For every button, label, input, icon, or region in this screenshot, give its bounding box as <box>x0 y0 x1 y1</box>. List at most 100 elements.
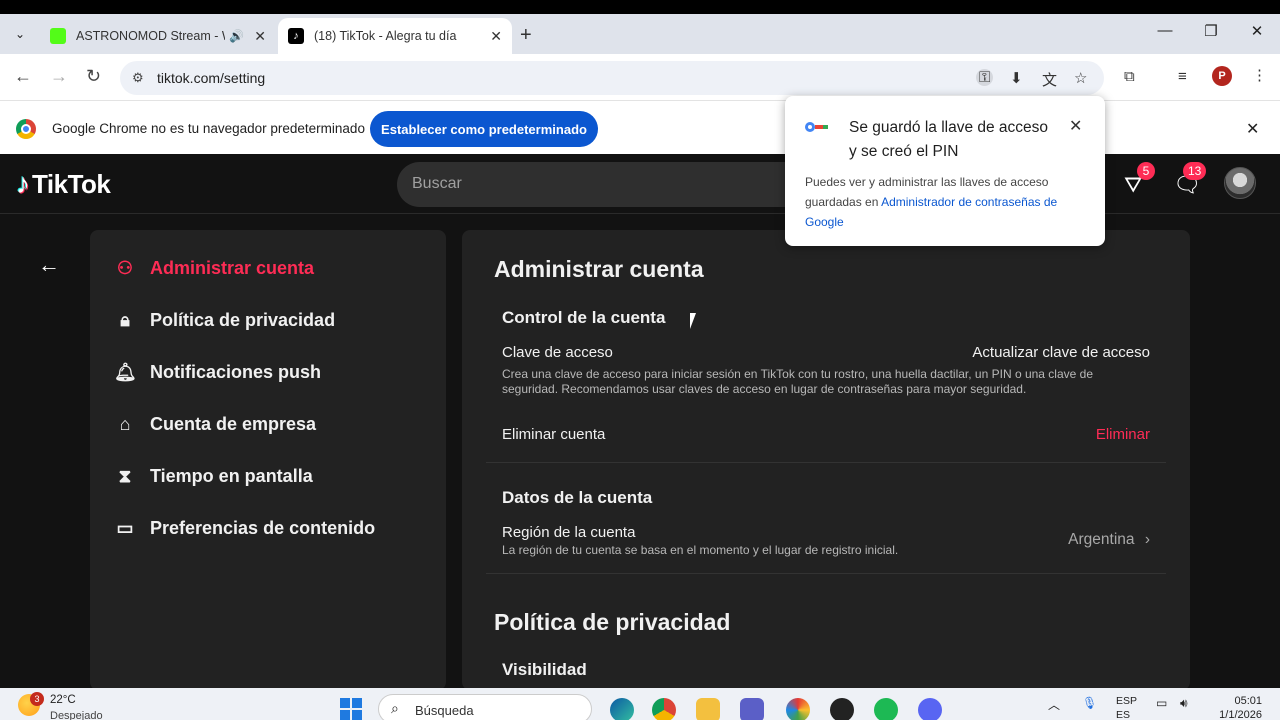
teams-icon[interactable] <box>740 698 764 720</box>
temperature: 22°C <box>50 694 76 706</box>
update-passkey-button[interactable]: Actualizar clave de acceso <box>972 344 1150 361</box>
restore-button[interactable]: ❐ <box>1188 22 1234 40</box>
sidebar-item-content-prefs[interactable]: ▭ Preferencias de contenido <box>114 518 375 539</box>
tiktok-logo[interactable]: ♪ TikTok <box>16 168 111 200</box>
search-input[interactable]: Buscar <box>397 162 817 207</box>
delete-account-button[interactable]: Eliminar <box>1096 426 1150 443</box>
lock-icon: 🔒︎ <box>120 310 130 330</box>
sidebar-item-label: Notificaciones push <box>150 362 322 382</box>
settings-content: Administrar cuenta Control de la cuenta … <box>462 230 1190 690</box>
delete-account-label: Eliminar cuenta <box>502 426 606 443</box>
file-explorer-icon[interactable] <box>696 698 720 720</box>
address-bar[interactable]: ⚙ tiktok.com/setting ⚿ ⬇ 文 ☆ <box>120 61 1104 95</box>
search-icon: ⌕ <box>391 700 399 716</box>
tab-astronomod[interactable]: ASTRONOMOD Stream - W 🔊 ✕ <box>40 18 276 54</box>
key-icon[interactable]: ⚿ <box>976 69 994 86</box>
back-button[interactable]: ← <box>14 66 32 87</box>
sidebar-item-business[interactable]: ⌂ Cuenta de empresa <box>114 414 317 435</box>
install-app-icon[interactable]: ⬇ <box>1010 69 1023 87</box>
kick-favicon-icon <box>50 28 66 44</box>
profile-avatar[interactable]: P <box>1212 66 1232 86</box>
lang-top: ESP <box>1116 695 1138 707</box>
logo-text: TikTok <box>32 168 111 199</box>
minimize-button[interactable]: — <box>1142 22 1188 39</box>
chrome-logo-icon <box>16 119 36 139</box>
sidebar-item-label: Tiempo en pantalla <box>150 466 313 486</box>
menu-icon[interactable]: ⋮ <box>1252 66 1267 84</box>
region-label: Región de la cuenta <box>502 524 636 541</box>
tab-strip: ⌄ ASTRONOMOD Stream - W 🔊 ✕ ♪ (18) TikTo… <box>0 14 1280 54</box>
clock[interactable]: 05:01 1/1/2026 <box>1212 694 1262 720</box>
google-key-icon <box>805 122 829 132</box>
window-top-edge <box>0 0 1280 14</box>
sidebar-item-label: Administrar cuenta <box>150 258 315 278</box>
tab-close-icon[interactable]: ✕ <box>490 28 502 45</box>
media-control-icon[interactable]: ≡ <box>1178 68 1187 85</box>
taskbar-search[interactable]: ⌕ Búsqueda <box>378 694 592 720</box>
user-avatar[interactable] <box>1224 167 1256 199</box>
new-tab-button[interactable]: + <box>520 24 532 47</box>
bookmark-star-icon[interactable]: ☆ <box>1074 69 1087 87</box>
sidebar-item-label: Preferencias de contenido <box>150 518 376 538</box>
privacy-section-title: Política de privacidad <box>494 609 731 635</box>
davinci-icon[interactable] <box>786 698 810 720</box>
passkey-label: Clave de acceso <box>502 344 613 361</box>
time: 05:01 <box>1234 695 1262 707</box>
region-value: Argentina <box>1068 531 1135 548</box>
site-info-icon[interactable]: ⚙ <box>132 70 144 86</box>
bell-icon: 🔔︎ <box>114 362 137 382</box>
divider <box>486 462 1166 463</box>
account-control-heading: Control de la cuenta <box>502 308 666 327</box>
passkey-saved-popup: Se guardó la llave de acceso y se creó e… <box>785 96 1105 246</box>
obs-icon[interactable] <box>830 698 854 720</box>
region-selector[interactable]: Argentina › <box>1068 531 1150 549</box>
set-default-button[interactable]: Establecer como predeterminado <box>370 111 598 147</box>
reload-button[interactable]: ↻ <box>86 66 101 87</box>
sidebar-item-notifications[interactable]: 🔔︎ Notificaciones push <box>114 362 321 383</box>
weather-description: Despejado <box>50 710 103 720</box>
weather-badge: 3 <box>30 692 44 706</box>
tab-search-button[interactable]: ⌄ <box>8 22 32 46</box>
sidebar-item-label: Política de privacidad <box>150 310 336 330</box>
messages-badge: 13 <box>1183 162 1207 180</box>
network-icon[interactable]: ▭ <box>1156 696 1167 710</box>
divider <box>486 573 1166 574</box>
back-arrow-icon[interactable]: ← <box>38 252 60 278</box>
tray-chevron-icon[interactable]: ︿ <box>1048 696 1060 713</box>
hourglass-icon: ⧗ <box>118 466 132 486</box>
forward-button[interactable]: → <box>50 66 68 87</box>
taskbar-search-label: Búsqueda <box>415 703 474 718</box>
volume-icon[interactable]: 🔊︎ <box>1180 696 1188 711</box>
url-text[interactable]: tiktok.com/setting <box>157 70 265 86</box>
lang-bottom: ES <box>1116 709 1131 720</box>
start-windows-icon[interactable] <box>340 698 362 720</box>
store-icon: ⌂ <box>119 414 131 434</box>
sidebar-item-manage-account[interactable]: ⚇ Administrar cuenta <box>114 258 314 279</box>
search-placeholder: Buscar <box>412 175 462 192</box>
microphone-icon[interactable]: 🎙︎ <box>1082 696 1097 710</box>
translate-icon[interactable]: 文 <box>1042 69 1057 90</box>
chrome-taskbar-icon[interactable] <box>652 698 676 720</box>
spotify-icon[interactable] <box>874 698 898 720</box>
speaker-icon[interactable]: 🔊 <box>229 29 244 43</box>
discord-icon[interactable] <box>918 698 942 720</box>
language-indicator[interactable]: ESP ES <box>1116 694 1137 720</box>
account-data-heading: Datos de la cuenta <box>502 488 653 507</box>
close-window-button[interactable]: ✕ <box>1234 22 1280 40</box>
tiktok-note-icon: ♪ <box>16 168 30 199</box>
popup-close-icon[interactable]: ✕ <box>1069 116 1082 136</box>
tab-title: ASTRONOMOD Stream - W <box>76 29 226 43</box>
edge-icon[interactable] <box>610 698 634 720</box>
section-title: Administrar cuenta <box>494 256 704 282</box>
windows-taskbar: 3 22°C Despejado ⌕ Búsqueda ︿ 🎙︎ ESP ES … <box>0 688 1280 720</box>
sidebar-item-screen-time[interactable]: ⧗ Tiempo en pantalla <box>114 466 313 487</box>
extensions-icon[interactable]: ⧉ <box>1124 68 1135 85</box>
sidebar-item-privacy[interactable]: 🔒︎ Política de privacidad <box>114 310 335 331</box>
tab-tiktok[interactable]: ♪ (18) TikTok - Alegra tu día ✕ <box>278 18 512 54</box>
date: 1/1/2026 <box>1219 709 1262 720</box>
infobar-close-icon[interactable]: ✕ <box>1246 119 1259 139</box>
browser-toolbar: ← → ↻ ⚙ tiktok.com/setting ⚿ ⬇ 文 ☆ ⧉ ≡ P… <box>0 54 1280 100</box>
video-icon: ▭ <box>116 518 134 538</box>
visibility-heading: Visibilidad <box>502 660 587 679</box>
tab-close-icon[interactable]: ✕ <box>254 28 266 45</box>
